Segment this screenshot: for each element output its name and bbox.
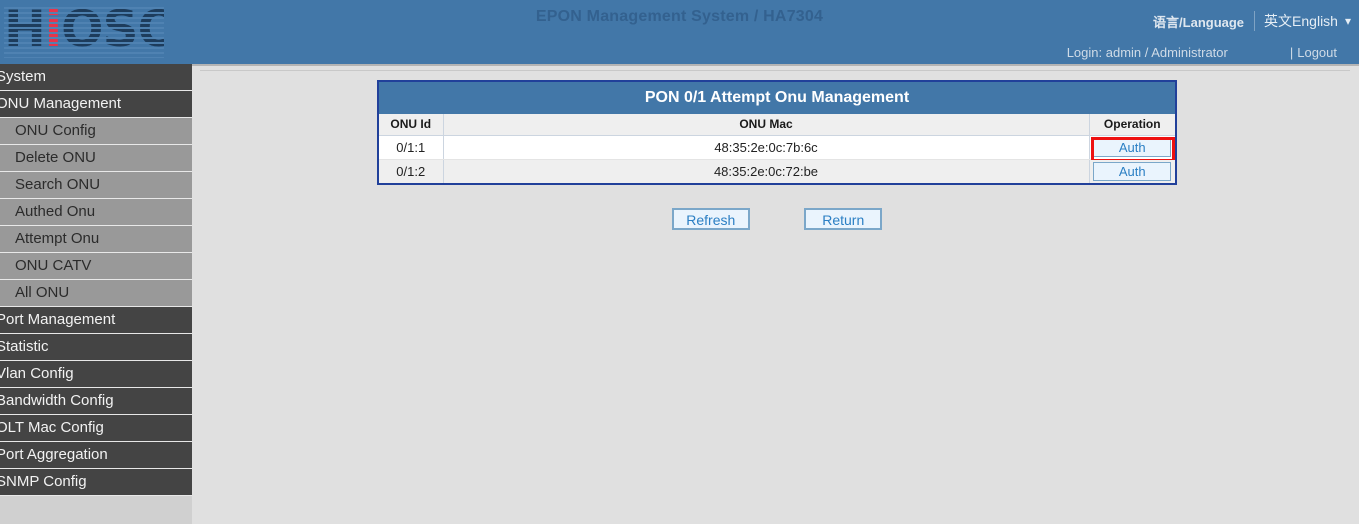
sidebar-item-onu-catv[interactable]: ONU CATV [0, 253, 192, 280]
column-header-onu-mac: ONU Mac [443, 114, 1089, 135]
sidebar-item-snmp-config[interactable]: SNMP Config [0, 469, 192, 496]
cell-operation: Auth [1089, 159, 1175, 183]
sidebar-item-onu-management[interactable]: ONU Management [0, 91, 192, 118]
return-button[interactable]: Return [804, 208, 882, 230]
sidebar-item-delete-onu[interactable]: Delete ONU [0, 145, 192, 172]
login-user-text: Login: admin / Administrator [1067, 45, 1228, 60]
column-header-onu-id: ONU Id [379, 114, 443, 135]
auth-button[interactable]: Auth [1093, 138, 1171, 157]
language-label: 语言/Language [1153, 12, 1244, 31]
sidebar-item-attempt-onu[interactable]: Attempt Onu [0, 226, 192, 253]
sidebar-item-authed-onu[interactable]: Authed Onu [0, 199, 192, 226]
refresh-button[interactable]: Refresh [672, 208, 750, 230]
chevron-down-icon[interactable]: ▾ [1345, 14, 1351, 28]
sidebar-item-statistic[interactable]: Statistic [0, 334, 192, 361]
sidebar-item-port-aggregation[interactable]: Port Aggregation [0, 442, 192, 469]
table-row: 0/1:148:35:2e:0c:7b:6cAuth [379, 135, 1175, 159]
sidebar-item-system[interactable]: System [0, 64, 192, 91]
language-current-value: 英文English [1264, 11, 1338, 31]
sidebar-nav: SystemONU ManagementONU ConfigDelete ONU… [0, 64, 192, 524]
sidebar-item-bandwidth-config[interactable]: Bandwidth Config [0, 388, 192, 415]
logout-link[interactable]: Logout [1297, 45, 1337, 60]
cell-onu-id: 0/1:1 [379, 135, 443, 159]
sidebar-item-olt-mac-config[interactable]: OLT Mac Config [0, 415, 192, 442]
language-divider [1254, 11, 1255, 31]
app-header: HiOSO EPON Management System / HA7304 语言… [0, 0, 1359, 64]
attempt-onu-table: ONU Id ONU Mac Operation 0/1:148:35:2e:0… [379, 114, 1175, 183]
sidebar-item-vlan-config[interactable]: Vlan Config [0, 361, 192, 388]
table-row: 0/1:248:35:2e:0c:72:beAuth [379, 159, 1175, 183]
attempt-onu-panel: PON 0/1 Attempt Onu Management ONU Id ON… [377, 80, 1177, 185]
sidebar-item-search-onu[interactable]: Search ONU [0, 172, 192, 199]
cell-onu-mac: 48:35:2e:0c:7b:6c [443, 135, 1089, 159]
column-header-operation: Operation [1089, 114, 1175, 135]
auth-button[interactable]: Auth [1093, 162, 1171, 181]
table-header-row: ONU Id ONU Mac Operation [379, 114, 1175, 135]
cell-onu-id: 0/1:2 [379, 159, 443, 183]
cell-onu-mac: 48:35:2e:0c:72:be [443, 159, 1089, 183]
cell-operation: Auth [1089, 135, 1175, 159]
content-top-rule [200, 70, 1350, 71]
content-area: PON 0/1 Attempt Onu Management ONU Id ON… [192, 64, 1359, 524]
sidebar-item-all-onu[interactable]: All ONU [0, 280, 192, 307]
sidebar-item-onu-config[interactable]: ONU Config [0, 118, 192, 145]
language-selector[interactable]: 语言/Language 英文English ▾ [1153, 10, 1351, 32]
login-status-bar: Login: admin / Administrator | Logout [1067, 42, 1359, 62]
panel-title: PON 0/1 Attempt Onu Management [379, 82, 1175, 114]
logout-separator: | [1290, 45, 1293, 60]
sidebar-item-port-management[interactable]: Port Management [0, 307, 192, 334]
action-button-bar: Refresh Return [377, 208, 1177, 230]
